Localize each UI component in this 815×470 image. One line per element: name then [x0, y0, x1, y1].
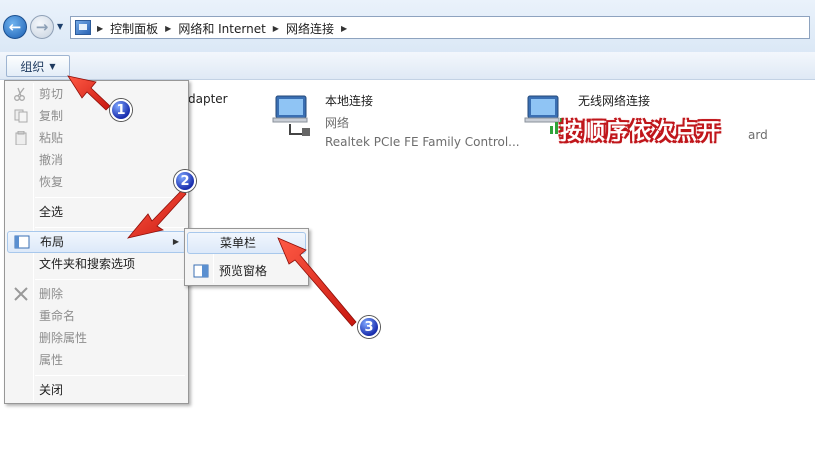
- arrow-2: [126, 189, 187, 239]
- step-badge-2: 2: [174, 170, 196, 192]
- step-badge-1: 1: [110, 99, 132, 121]
- arrow-3: [277, 237, 357, 327]
- arrow-1: [67, 75, 111, 111]
- step-badge-3: 3: [358, 316, 380, 338]
- annotation-arrows: [67, 75, 357, 327]
